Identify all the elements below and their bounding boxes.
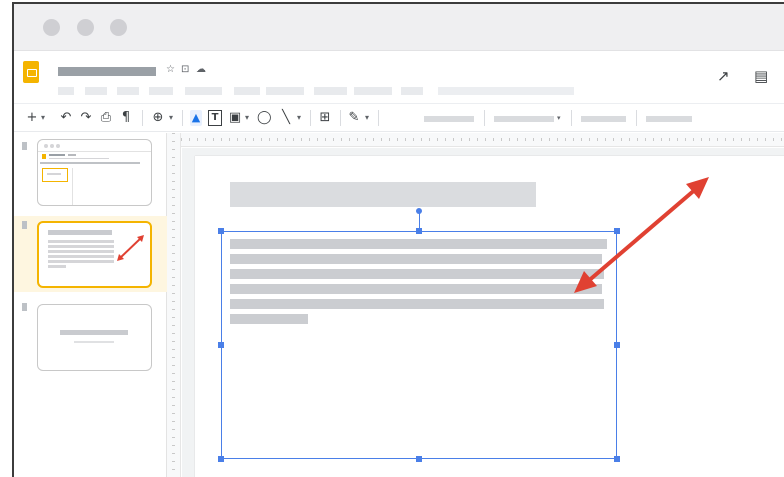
resize-handle-top[interactable] [416, 228, 422, 234]
toolbar-divider [182, 110, 183, 126]
comment-add-icon[interactable]: ⊞ [318, 110, 332, 126]
toolbar-divider [142, 110, 143, 126]
chevron-down-icon[interactable]: ▾ [39, 110, 47, 126]
current-slide[interactable] [195, 156, 784, 477]
slide-number-3 [22, 303, 27, 311]
resize-handle-bottom-left[interactable] [218, 456, 224, 462]
select-cursor-icon[interactable]: ▲ [190, 110, 202, 126]
slide-filmstrip [14, 133, 167, 477]
last-edit-status[interactable] [438, 87, 574, 95]
thumb-arrow-icon [117, 235, 144, 261]
paint-format-icon[interactable]: ¶ [119, 110, 133, 126]
slide-canvas [182, 148, 784, 477]
chevron-down-icon[interactable]: ▾ [557, 114, 561, 122]
window-minimize-control[interactable] [77, 19, 94, 36]
resize-handle-top-left[interactable] [218, 228, 224, 234]
slide-number-2 [22, 221, 27, 229]
resize-handle-top-right[interactable] [614, 228, 620, 234]
browser-window: ☆ ⊡ ☁ ↗ ▤ + ▾ ↶ ↷ ⎙ ¶ ⊕ ▾ ▲ T ▣ ▾ ◯ ╲ ▾ … [12, 2, 784, 477]
toolbar-divider [378, 110, 379, 126]
pen-icon[interactable]: ✎ [347, 110, 361, 126]
menu-format[interactable] [185, 87, 222, 95]
resize-handle-bottom[interactable] [416, 456, 422, 462]
cloud-status-icon[interactable]: ☁ [196, 63, 206, 77]
menu-arrange[interactable] [266, 87, 304, 95]
resize-handle-bottom-right[interactable] [614, 456, 620, 462]
textbox-icon[interactable]: T [208, 110, 222, 126]
toolbar-divider [484, 110, 485, 126]
theme-button[interactable] [581, 116, 626, 122]
comments-icon[interactable]: ▤ [754, 68, 768, 84]
menu-view[interactable] [117, 87, 139, 95]
layout-dropdown[interactable] [494, 116, 554, 122]
move-folder-icon[interactable]: ⊡ [181, 63, 189, 77]
document-title[interactable] [58, 67, 156, 76]
menu-extensions[interactable] [354, 87, 392, 95]
print-icon[interactable]: ⎙ [99, 110, 113, 126]
toolbar-divider [571, 110, 572, 126]
horizontal-ruler [181, 133, 784, 147]
slide-thumbnail-1[interactable] [37, 139, 152, 206]
chevron-down-icon[interactable]: ▾ [167, 110, 175, 126]
resize-handle-left[interactable] [218, 342, 224, 348]
toolbar-divider [340, 110, 341, 126]
menu-help[interactable] [401, 87, 423, 95]
text-box-selection[interactable] [221, 231, 617, 459]
undo-icon[interactable]: ↶ [59, 110, 73, 126]
slides-logo-icon[interactable] [23, 61, 39, 83]
slide-thumbnail-3[interactable] [37, 304, 152, 371]
window-titlebar [14, 4, 784, 51]
toolbar-divider [636, 110, 637, 126]
app-header: ☆ ⊡ ☁ ↗ ▤ [14, 51, 784, 103]
toolbar-divider [310, 110, 311, 126]
slide-thumbnail-2[interactable] [37, 221, 152, 288]
new-slide-icon[interactable]: + [26, 110, 38, 126]
rotation-handle[interactable] [416, 208, 422, 214]
line-icon[interactable]: ╲ [279, 110, 293, 126]
menu-edit[interactable] [85, 87, 107, 95]
chevron-down-icon[interactable]: ▾ [295, 110, 303, 126]
star-icon[interactable]: ☆ [166, 63, 175, 77]
image-icon[interactable]: ▣ [228, 110, 242, 126]
slide-title-placeholder[interactable] [230, 182, 536, 207]
menu-tools[interactable] [314, 87, 347, 95]
menu-insert[interactable] [149, 87, 173, 95]
redo-icon[interactable]: ↷ [79, 110, 93, 126]
vertical-ruler [167, 133, 181, 477]
editing-toolbar: + ▾ ↶ ↷ ⎙ ¶ ⊕ ▾ ▲ T ▣ ▾ ◯ ╲ ▾ ⊞ ✎ ▾ ▾ [14, 103, 784, 132]
chevron-down-icon[interactable]: ▾ [243, 110, 251, 126]
slide-number-1 [22, 142, 27, 150]
transition-button[interactable] [646, 116, 692, 122]
menu-slide[interactable] [234, 87, 260, 95]
shape-icon[interactable]: ◯ [257, 110, 272, 126]
menu-file[interactable] [58, 87, 74, 95]
zoom-icon[interactable]: ⊕ [151, 110, 165, 126]
trending-icon[interactable]: ↗ [717, 68, 730, 84]
resize-handle-right[interactable] [614, 342, 620, 348]
window-maximize-control[interactable] [110, 19, 127, 36]
window-close-control[interactable] [43, 19, 60, 36]
background-button[interactable] [424, 116, 474, 122]
chevron-down-icon[interactable]: ▾ [363, 110, 371, 126]
